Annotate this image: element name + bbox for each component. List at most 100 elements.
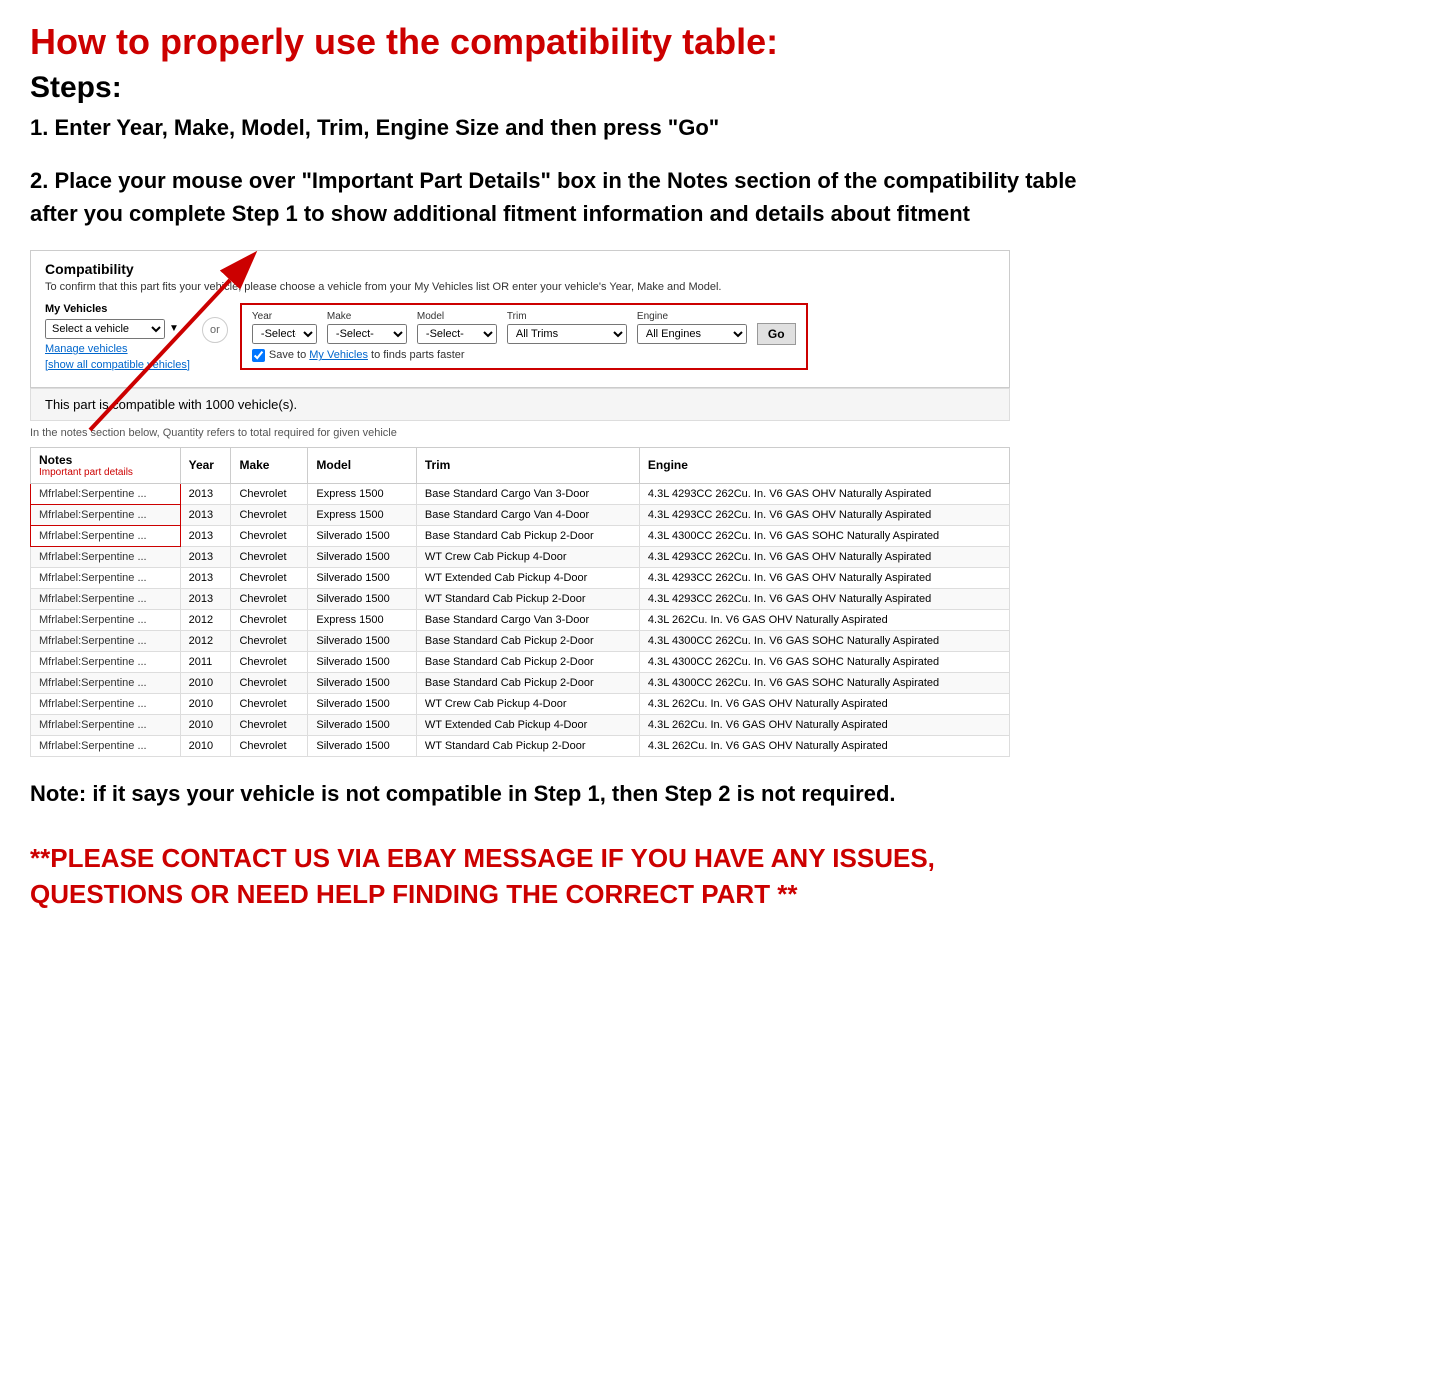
save-checkbox[interactable]: [252, 349, 265, 362]
trim-cell: Base Standard Cargo Van 4-Door: [416, 504, 639, 525]
model-cell: Express 1500: [308, 483, 417, 504]
compat-title: Compatibility: [45, 261, 995, 277]
notes-cell: Mfrlabel:Serpentine ...: [31, 630, 181, 651]
make-cell: Chevrolet: [231, 525, 308, 546]
table-row: Mfrlabel:Serpentine ...2013ChevroletSilv…: [31, 546, 1010, 567]
col-header-notes: Notes Important part details: [31, 447, 181, 483]
year-cell: 2013: [180, 483, 231, 504]
show-all-link[interactable]: [show all compatible vehicles]: [45, 359, 190, 371]
engine-cell: 4.3L 4300CC 262Cu. In. V6 GAS SOHC Natur…: [639, 651, 1009, 672]
make-label: Make: [327, 311, 407, 322]
col-header-engine: Engine: [639, 447, 1009, 483]
year-cell: 2010: [180, 735, 231, 756]
make-cell: Chevrolet: [231, 504, 308, 525]
my-vehicles-select-row: Select a vehicle ▼: [45, 319, 190, 339]
trim-cell: Base Standard Cargo Van 3-Door: [416, 609, 639, 630]
engine-select[interactable]: All Engines: [637, 324, 747, 344]
model-cell: Silverado 1500: [308, 735, 417, 756]
my-vehicles-label: My Vehicles: [45, 303, 190, 315]
notes-cell: Mfrlabel:Serpentine ...: [31, 609, 181, 630]
quantity-note: In the notes section below, Quantity ref…: [30, 427, 1010, 439]
model-field-group: Model -Select-: [417, 311, 497, 344]
year-cell: 2010: [180, 714, 231, 735]
note-block: Note: if it says your vehicle is not com…: [30, 777, 1130, 810]
make-field-group: Make -Select-: [327, 311, 407, 344]
notes-cell: Mfrlabel:Serpentine ...: [31, 567, 181, 588]
model-cell: Silverado 1500: [308, 588, 417, 609]
model-cell: Silverado 1500: [308, 567, 417, 588]
step1-text: 1. Enter Year, Make, Model, Trim, Engine…: [30, 113, 1415, 144]
trim-cell: WT Crew Cab Pickup 4-Door: [416, 693, 639, 714]
trim-field-group: Trim All Trims: [507, 311, 627, 344]
engine-cell: 4.3L 262Cu. In. V6 GAS OHV Naturally Asp…: [639, 735, 1009, 756]
make-cell: Chevrolet: [231, 693, 308, 714]
table-row: Mfrlabel:Serpentine ...2013ChevroletSilv…: [31, 567, 1010, 588]
make-cell: Chevrolet: [231, 567, 308, 588]
my-vehicles-link[interactable]: My Vehicles: [309, 349, 368, 361]
table-row: Mfrlabel:Serpentine ...2010ChevroletSilv…: [31, 735, 1010, 756]
year-cell: 2012: [180, 630, 231, 651]
notes-cell: Mfrlabel:Serpentine ...: [31, 546, 181, 567]
year-make-row: Year -Select- Make -Select- Model: [252, 311, 796, 345]
make-select[interactable]: -Select-: [327, 324, 407, 344]
model-cell: Express 1500: [308, 609, 417, 630]
notes-cell: Mfrlabel:Serpentine ...: [31, 525, 181, 546]
notes-cell: Mfrlabel:Serpentine ...: [31, 651, 181, 672]
notes-cell: Mfrlabel:Serpentine ...: [31, 693, 181, 714]
vehicle-select[interactable]: Select a vehicle: [45, 319, 165, 339]
compatibility-box: Compatibility To confirm that this part …: [30, 250, 1010, 388]
model-cell: Silverado 1500: [308, 651, 417, 672]
table-row: Mfrlabel:Serpentine ...2012ChevroletExpr…: [31, 609, 1010, 630]
notes-th-sub: Important part details: [39, 467, 172, 478]
or-circle: or: [202, 317, 228, 343]
table-row: Mfrlabel:Serpentine ...2013ChevroletExpr…: [31, 483, 1010, 504]
model-select[interactable]: -Select-: [417, 324, 497, 344]
year-cell: 2010: [180, 672, 231, 693]
year-cell: 2013: [180, 504, 231, 525]
model-cell: Silverado 1500: [308, 546, 417, 567]
main-title: How to properly use the compatibility ta…: [30, 20, 1415, 63]
engine-cell: 4.3L 262Cu. In. V6 GAS OHV Naturally Asp…: [639, 693, 1009, 714]
col-header-make: Make: [231, 447, 308, 483]
model-cell: Silverado 1500: [308, 693, 417, 714]
year-cell: 2010: [180, 693, 231, 714]
go-button[interactable]: Go: [757, 323, 796, 345]
trim-cell: WT Extended Cab Pickup 4-Door: [416, 567, 639, 588]
engine-cell: 4.3L 4293CC 262Cu. In. V6 GAS OHV Natura…: [639, 504, 1009, 525]
my-vehicles-section: My Vehicles Select a vehicle ▼ Manage ve…: [45, 303, 190, 371]
trim-label: Trim: [507, 311, 627, 322]
engine-cell: 4.3L 4300CC 262Cu. In. V6 GAS SOHC Natur…: [639, 630, 1009, 651]
notes-cell: Mfrlabel:Serpentine ...: [31, 504, 181, 525]
year-select[interactable]: -Select-: [252, 324, 317, 344]
compat-info-bar: This part is compatible with 1000 vehicl…: [30, 388, 1010, 421]
year-cell: 2012: [180, 609, 231, 630]
model-cell: Silverado 1500: [308, 672, 417, 693]
engine-cell: 4.3L 4293CC 262Cu. In. V6 GAS OHV Natura…: [639, 588, 1009, 609]
manage-vehicles-link[interactable]: Manage vehicles: [45, 343, 190, 355]
trim-cell: WT Standard Cab Pickup 2-Door: [416, 735, 639, 756]
col-header-year: Year: [180, 447, 231, 483]
engine-cell: 4.3L 4293CC 262Cu. In. V6 GAS OHV Natura…: [639, 483, 1009, 504]
engine-cell: 4.3L 262Cu. In. V6 GAS OHV Naturally Asp…: [639, 714, 1009, 735]
year-cell: 2011: [180, 651, 231, 672]
year-field-group: Year -Select-: [252, 311, 317, 344]
trim-cell: Base Standard Cab Pickup 2-Door: [416, 651, 639, 672]
model-cell: Express 1500: [308, 504, 417, 525]
table-header-row: Notes Important part details Year Make M…: [31, 447, 1010, 483]
engine-field-group: Engine All Engines: [637, 311, 747, 344]
model-cell: Silverado 1500: [308, 525, 417, 546]
compat-controls: My Vehicles Select a vehicle ▼ Manage ve…: [45, 303, 995, 371]
table-row: Mfrlabel:Serpentine ...2010ChevroletSilv…: [31, 672, 1010, 693]
trim-cell: WT Standard Cab Pickup 2-Door: [416, 588, 639, 609]
table-row: Mfrlabel:Serpentine ...2013ChevroletSilv…: [31, 588, 1010, 609]
make-cell: Chevrolet: [231, 630, 308, 651]
steps-heading: Steps:: [30, 71, 1415, 105]
trim-cell: Base Standard Cab Pickup 2-Door: [416, 630, 639, 651]
year-cell: 2013: [180, 588, 231, 609]
make-cell: Chevrolet: [231, 672, 308, 693]
notes-cell: Mfrlabel:Serpentine ...: [31, 588, 181, 609]
notes-cell: Mfrlabel:Serpentine ...: [31, 483, 181, 504]
col-header-model: Model: [308, 447, 417, 483]
trim-select[interactable]: All Trims: [507, 324, 627, 344]
trim-cell: WT Crew Cab Pickup 4-Door: [416, 546, 639, 567]
